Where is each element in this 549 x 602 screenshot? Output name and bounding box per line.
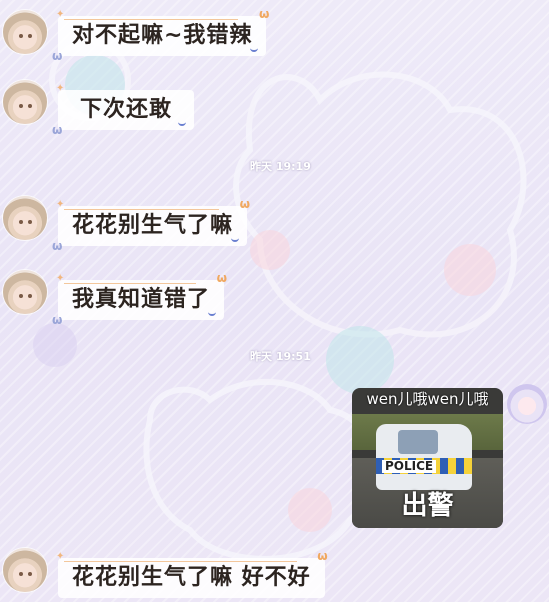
- car-window: [398, 430, 438, 454]
- avatar-eye-icon: [19, 572, 23, 576]
- avatar-eye-icon: [19, 104, 23, 108]
- car-plate: POLICE: [382, 460, 437, 473]
- avatar-eye-icon: [19, 220, 23, 224]
- bunny-icon: ω: [259, 7, 271, 21]
- bubble-tail-icon: [208, 309, 217, 316]
- avatar-eye-icon: [19, 34, 23, 38]
- bunny-icon: ω: [52, 313, 64, 327]
- star-icon: ✦: [56, 199, 66, 210]
- bunny-icon: ω: [239, 197, 252, 211]
- avatar[interactable]: [3, 270, 47, 314]
- star-icon: ✦: [56, 273, 66, 284]
- bubble-decor-line: [64, 283, 197, 284]
- bubble-decor-line: [64, 209, 220, 210]
- bubble-tail-icon: [231, 235, 240, 242]
- avatar-eye-icon: [28, 34, 32, 38]
- sticker-caption: 出警: [401, 491, 454, 521]
- avatar[interactable]: [3, 548, 47, 592]
- bubble-decor-line: [64, 19, 239, 20]
- bunny-icon: ω: [216, 271, 229, 285]
- bunny-icon: ω: [52, 123, 64, 137]
- message-text: 我真知道错了: [72, 287, 211, 312]
- bunny-icon: ω: [52, 49, 64, 63]
- avatar[interactable]: [3, 196, 47, 240]
- police-car-icon: POLICE: [376, 424, 472, 490]
- star-icon: ✦: [56, 551, 66, 562]
- sticker-message[interactable]: POLICE wen儿哦wen儿哦 出警: [352, 388, 503, 528]
- timestamp: 昨天 19:51: [250, 350, 311, 363]
- avatar-eye-icon: [28, 220, 32, 224]
- message-text: 下次还敢: [80, 97, 173, 122]
- star-icon: ✦: [56, 83, 66, 94]
- message-text: 对不起嘛~我错辣: [72, 23, 253, 48]
- avatar[interactable]: [3, 10, 47, 54]
- avatar-eye-icon: [28, 104, 32, 108]
- message-bubble[interactable]: ✦ ω 花花别生气了嘛 好不好: [56, 550, 328, 598]
- sticker-sender-name: wen儿哦wen儿哦: [366, 390, 489, 408]
- avatar-eye-icon: [19, 294, 23, 298]
- message-bubble[interactable]: ✦ ω ω 我真知道错了: [52, 272, 227, 326]
- bunny-icon: ω: [52, 239, 64, 253]
- message-bubble[interactable]: ✦ ω ω 对不起嘛~我错辣: [52, 8, 269, 62]
- bubble-tail-icon: [178, 119, 187, 126]
- bunny-icon: ω: [317, 549, 329, 563]
- timestamp: 昨天 19:19: [250, 160, 311, 173]
- avatar-eye-icon: [28, 572, 32, 576]
- avatar-eye-icon: [28, 294, 32, 298]
- message-text: 花花别生气了嘛 好不好: [72, 565, 311, 590]
- message-bubble[interactable]: ✦ ω 下次还敢: [52, 84, 195, 136]
- self-avatar[interactable]: [507, 384, 547, 424]
- star-icon: ✦: [56, 9, 66, 20]
- bubble-decor-line: [64, 561, 297, 562]
- message-bubble[interactable]: ✦ ω ω 花花别生气了嘛: [52, 198, 250, 252]
- message-text: 花花别生气了嘛: [72, 213, 234, 238]
- bubble-tail-icon: [250, 45, 259, 52]
- avatar[interactable]: [3, 80, 47, 124]
